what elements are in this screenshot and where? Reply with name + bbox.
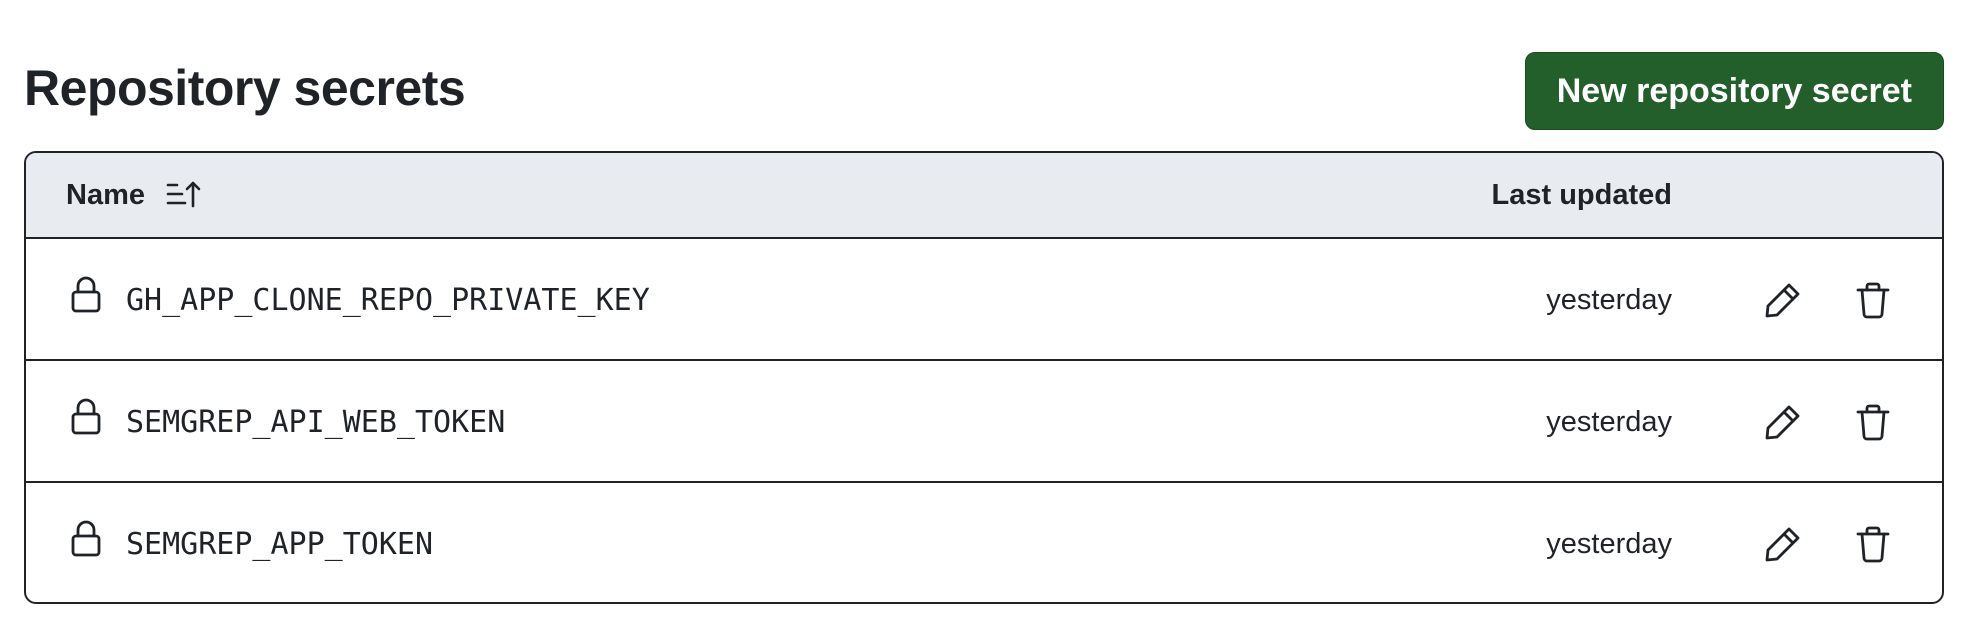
- page-title: Repository secrets: [24, 60, 466, 116]
- table-row: GH_APP_CLONE_REPO_PRIVATE_KEY yesterday: [26, 239, 1942, 361]
- pencil-icon: [1763, 402, 1803, 445]
- delete-secret-button[interactable]: [1847, 397, 1899, 449]
- secret-last-updated: yesterday: [1546, 527, 1672, 560]
- new-repository-secret-button[interactable]: New repository secret: [1524, 52, 1944, 130]
- secrets-table: Name Last updated GH_APP_CLONE_REPO_PRIV…: [24, 151, 1944, 604]
- trash-icon: [1855, 402, 1891, 445]
- secret-last-updated: yesterday: [1546, 405, 1672, 438]
- pencil-icon: [1763, 280, 1803, 323]
- table-header: Name Last updated: [26, 153, 1942, 239]
- secrets-header: Repository secrets New repository secret: [24, 52, 1944, 132]
- secret-name: SEMGREP_APP_TOKEN: [126, 526, 434, 562]
- trash-icon: [1855, 524, 1891, 567]
- pencil-icon: [1763, 524, 1803, 567]
- secret-name: GH_APP_CLONE_REPO_PRIVATE_KEY: [126, 282, 650, 318]
- lock-icon: [70, 275, 102, 320]
- trash-icon: [1855, 280, 1891, 323]
- name-column-header[interactable]: Name: [66, 153, 201, 237]
- last-updated-column-header: Last updated: [1491, 178, 1672, 211]
- table-row: SEMGREP_APP_TOKEN yesterday: [26, 483, 1942, 602]
- edit-secret-button[interactable]: [1757, 397, 1809, 449]
- sort-ascending-icon[interactable]: [165, 180, 201, 210]
- name-column-label: Name: [66, 178, 145, 211]
- lock-icon: [70, 397, 102, 442]
- secret-last-updated: yesterday: [1546, 283, 1672, 316]
- edit-secret-button[interactable]: [1757, 519, 1809, 571]
- delete-secret-button[interactable]: [1847, 519, 1899, 571]
- edit-secret-button[interactable]: [1757, 275, 1809, 327]
- table-row: SEMGREP_API_WEB_TOKEN yesterday: [26, 361, 1942, 483]
- lock-icon: [70, 519, 102, 564]
- delete-secret-button[interactable]: [1847, 275, 1899, 327]
- secret-name: SEMGREP_API_WEB_TOKEN: [126, 404, 506, 440]
